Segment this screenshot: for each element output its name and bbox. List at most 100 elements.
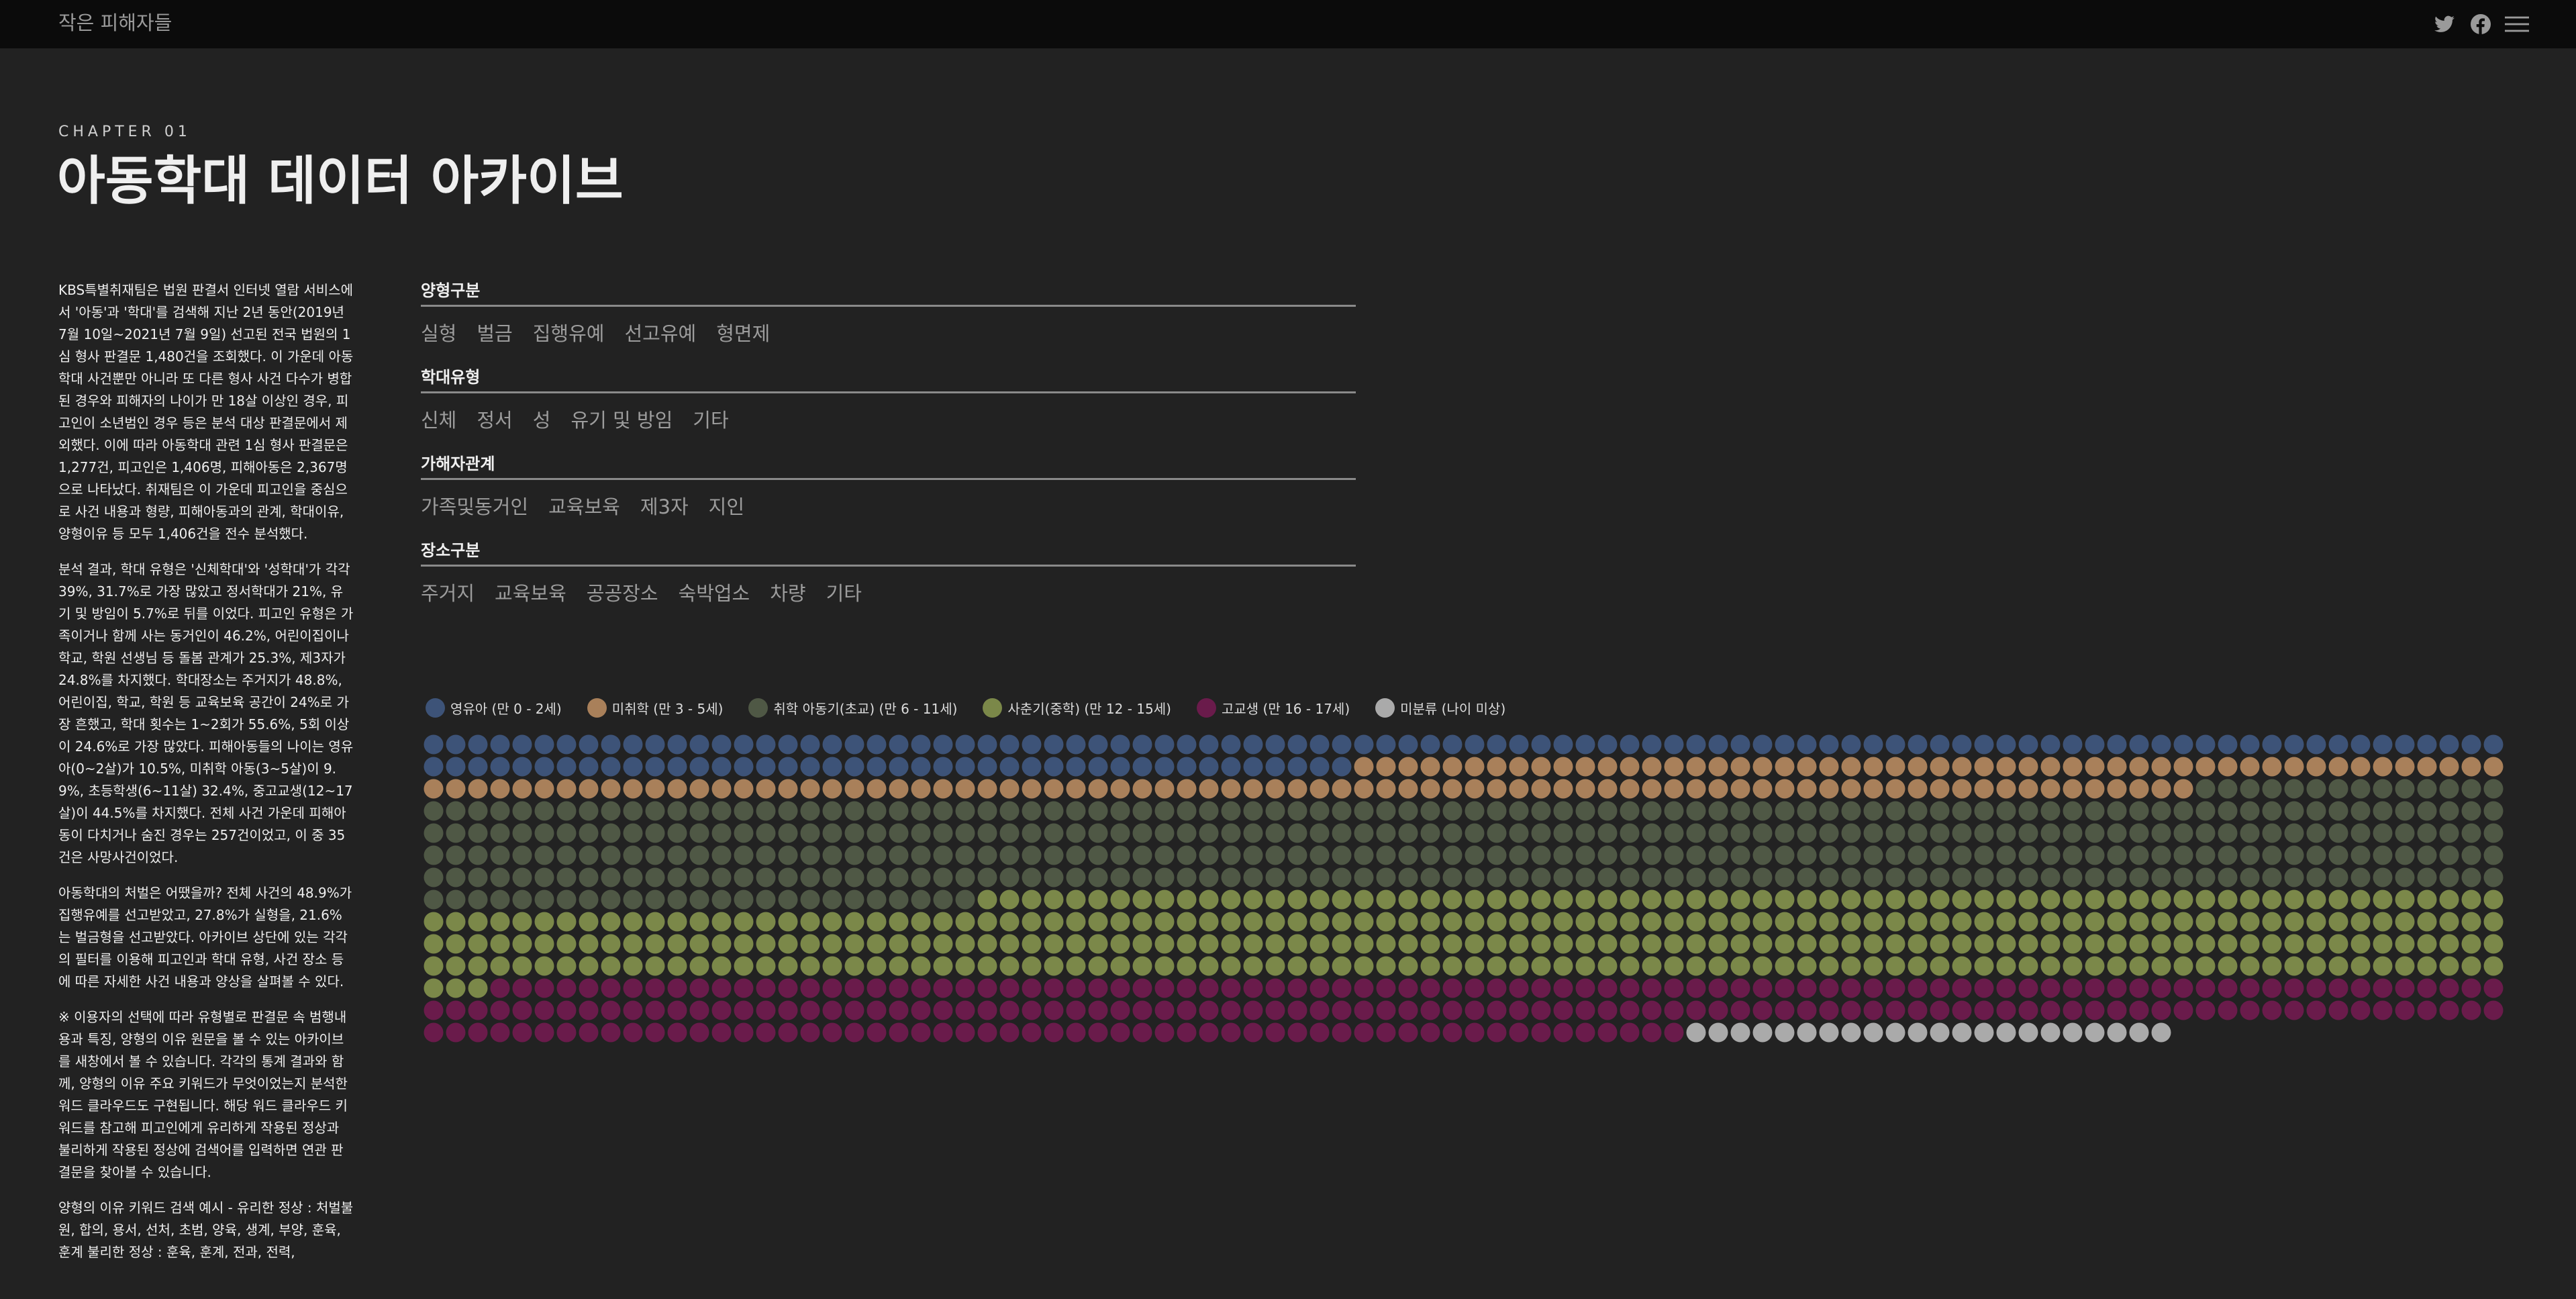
- victim-dot[interactable]: [1642, 734, 1662, 755]
- victim-dot[interactable]: [1420, 1022, 1440, 1043]
- victim-dot[interactable]: [778, 889, 798, 910]
- victim-dot[interactable]: [2240, 956, 2260, 976]
- victim-dot[interactable]: [424, 934, 444, 954]
- victim-dot[interactable]: [734, 889, 754, 910]
- victim-dot[interactable]: [866, 734, 887, 755]
- victim-dot[interactable]: [2306, 912, 2326, 932]
- victim-dot[interactable]: [1398, 956, 1418, 976]
- victim-dot[interactable]: [1841, 823, 1861, 843]
- victim-dot[interactable]: [1110, 823, 1130, 843]
- victim-dot[interactable]: [933, 934, 953, 954]
- victim-dot[interactable]: [2218, 823, 2238, 843]
- victim-dot[interactable]: [933, 757, 953, 777]
- victim-dot[interactable]: [1199, 889, 1219, 910]
- victim-dot[interactable]: [468, 956, 488, 976]
- victim-dot[interactable]: [756, 956, 776, 976]
- victim-dot[interactable]: [955, 867, 975, 887]
- victim-dot[interactable]: [800, 779, 820, 799]
- victim-dot[interactable]: [623, 845, 643, 865]
- victim-dot[interactable]: [2262, 757, 2282, 777]
- victim-dot[interactable]: [556, 757, 577, 777]
- victim-dot[interactable]: [601, 867, 621, 887]
- victim-dot[interactable]: [667, 779, 687, 799]
- victim-dot[interactable]: [2483, 956, 2504, 976]
- victim-dot[interactable]: [1642, 1022, 1662, 1043]
- victim-dot[interactable]: [1841, 978, 1861, 998]
- victim-dot[interactable]: [1442, 867, 1463, 887]
- victim-dot[interactable]: [1199, 956, 1219, 976]
- victim-dot[interactable]: [446, 912, 466, 932]
- victim-dot[interactable]: [1309, 823, 1330, 843]
- victim-dot[interactable]: [1487, 956, 1507, 976]
- legend-item[interactable]: 영유아 (만 0 - 2세): [426, 698, 562, 718]
- victim-dot[interactable]: [446, 823, 466, 843]
- victim-dot[interactable]: [1442, 1000, 1463, 1020]
- victim-dot[interactable]: [1575, 1000, 1595, 1020]
- victim-dot[interactable]: [1044, 779, 1064, 799]
- victim-dot[interactable]: [2306, 889, 2326, 910]
- victim-dot[interactable]: [1885, 757, 1905, 777]
- victim-dot[interactable]: [756, 867, 776, 887]
- victim-dot[interactable]: [2018, 956, 2038, 976]
- victim-dot[interactable]: [1509, 845, 1529, 865]
- victim-dot[interactable]: [2151, 934, 2171, 954]
- filter-option[interactable]: 신체: [421, 408, 456, 432]
- victim-dot[interactable]: [1730, 801, 1750, 821]
- victim-dot[interactable]: [1022, 1000, 1042, 1020]
- victim-dot[interactable]: [933, 779, 953, 799]
- victim-dot[interactable]: [1620, 801, 1640, 821]
- victim-dot[interactable]: [1819, 978, 1839, 998]
- victim-dot[interactable]: [1265, 1000, 1285, 1020]
- victim-dot[interactable]: [1553, 757, 1573, 777]
- victim-dot[interactable]: [1575, 823, 1595, 843]
- victim-dot[interactable]: [1885, 978, 1905, 998]
- victim-dot[interactable]: [1243, 867, 1263, 887]
- victim-dot[interactable]: [2151, 779, 2171, 799]
- victim-dot[interactable]: [2173, 1000, 2193, 1020]
- victim-dot[interactable]: [1465, 889, 1485, 910]
- victim-dot[interactable]: [2040, 823, 2061, 843]
- victim-dot[interactable]: [2483, 845, 2504, 865]
- victim-dot[interactable]: [512, 823, 532, 843]
- victim-dot[interactable]: [866, 956, 887, 976]
- victim-dot[interactable]: [1553, 889, 1573, 910]
- victim-dot[interactable]: [468, 734, 488, 755]
- victim-dot[interactable]: [2284, 823, 2304, 843]
- victim-dot[interactable]: [2483, 889, 2504, 910]
- victim-dot[interactable]: [468, 889, 488, 910]
- victim-dot[interactable]: [2173, 801, 2193, 821]
- victim-dot[interactable]: [2195, 978, 2216, 998]
- victim-dot[interactable]: [601, 801, 621, 821]
- victim-dot[interactable]: [1044, 978, 1064, 998]
- victim-dot[interactable]: [2262, 734, 2282, 755]
- victim-dot[interactable]: [1841, 845, 1861, 865]
- victim-dot[interactable]: [2040, 734, 2061, 755]
- victim-dot[interactable]: [1332, 867, 1352, 887]
- victim-dot[interactable]: [667, 956, 687, 976]
- victim-dot[interactable]: [601, 734, 621, 755]
- victim-dot[interactable]: [2240, 867, 2260, 887]
- victim-dot[interactable]: [1309, 912, 1330, 932]
- victim-dot[interactable]: [1730, 912, 1750, 932]
- victim-dot[interactable]: [2129, 845, 2149, 865]
- victim-dot[interactable]: [2395, 956, 2415, 976]
- victim-dot[interactable]: [2306, 801, 2326, 821]
- victim-dot[interactable]: [667, 823, 687, 843]
- victim-dot[interactable]: [1974, 889, 1994, 910]
- victim-dot[interactable]: [2040, 779, 2061, 799]
- victim-dot[interactable]: [866, 978, 887, 998]
- victim-dot[interactable]: [1908, 934, 1928, 954]
- victim-dot[interactable]: [1819, 956, 1839, 976]
- victim-dot[interactable]: [866, 912, 887, 932]
- victim-dot[interactable]: [1908, 889, 1928, 910]
- victim-dot[interactable]: [468, 845, 488, 865]
- victim-dot[interactable]: [1243, 956, 1263, 976]
- victim-dot[interactable]: [800, 757, 820, 777]
- victim-dot[interactable]: [2040, 912, 2061, 932]
- victim-dot[interactable]: [1265, 823, 1285, 843]
- victim-dot[interactable]: [711, 978, 732, 998]
- victim-dot[interactable]: [667, 978, 687, 998]
- victim-dot[interactable]: [1664, 757, 1684, 777]
- victim-dot[interactable]: [1132, 823, 1152, 843]
- victim-dot[interactable]: [2328, 956, 2348, 976]
